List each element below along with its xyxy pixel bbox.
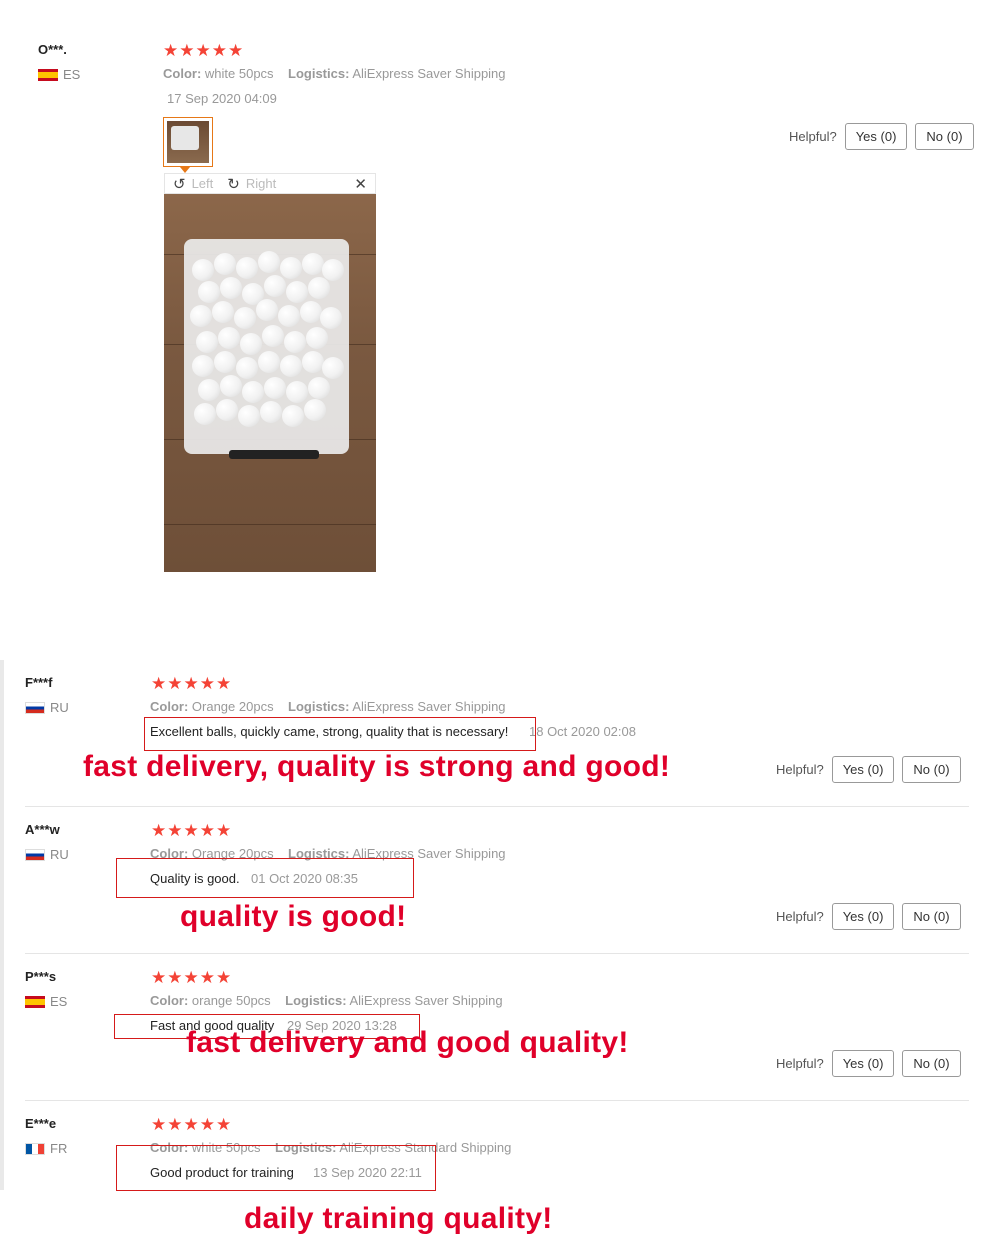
country-code: ES [63,67,81,82]
left-edge-bar [0,660,4,1190]
reviewer-name: O***. [38,42,67,57]
helpful-yes-button[interactable]: Yes (0) [831,903,895,930]
russia-flag-icon [25,701,45,714]
helpful-no-button[interactable]: No (0) [915,123,974,150]
color-label: Color: [163,66,202,81]
annotation-box [116,1145,436,1191]
review-meta: Color: white 50pcs Logistics: AliExpress… [163,66,506,81]
annotation-box [116,858,414,898]
reviewer-name: F***f [25,675,53,690]
image-viewer-toolbar: ↺ Left ↻ Right ✕ [164,173,376,194]
review-date: 18 Oct 2020 02:08 [529,724,636,739]
country-code: RU [50,847,69,862]
helpful-label: Helpful? [776,1056,824,1071]
helpful-no-button[interactable]: No (0) [902,1050,961,1077]
helpful-controls: Helpful? Yes (0) No (0) [789,123,974,150]
helpful-yes-button[interactable]: Yes (0) [831,1050,895,1077]
helpful-yes-button[interactable]: Yes (0) [831,756,895,783]
reviewer-country: FR [25,1141,67,1156]
star-rating: ★★★★★ [151,1115,233,1134]
reviewer-country: ES [38,67,80,82]
reviewer-name: A***w [25,822,60,837]
helpful-label: Helpful? [776,762,824,777]
review-photo-thumbnail[interactable] [163,117,213,167]
helpful-label: Helpful? [789,129,837,144]
helpful-no-button[interactable]: No (0) [902,756,961,783]
helpful-controls: Helpful? Yes (0) No (0) [776,756,961,783]
spain-flag-icon [38,68,58,81]
logistics-value: AliExpress Saver Shipping [352,699,506,714]
logistics-label: Logistics: [288,699,350,714]
helpful-yes-button[interactable]: Yes (0) [844,123,908,150]
star-rating: ★★★★★ [151,674,233,693]
country-code: ES [50,994,68,1009]
reviewer-country: ES [25,994,67,1009]
rotate-left-icon[interactable]: ↺ [173,175,186,193]
country-code: FR [50,1141,68,1156]
annotation-box [144,717,536,751]
review-meta: Color: Orange 20pcs Logistics: AliExpres… [150,699,506,714]
review-meta: Color: orange 50pcs Logistics: AliExpres… [150,993,503,1008]
reviewer-name: E***e [25,1116,57,1131]
review-date: 17 Sep 2020 04:09 [167,91,277,106]
helpful-controls: Helpful? Yes (0) No (0) [776,1050,961,1077]
annotation-text: fast delivery and good quality! [186,1026,629,1059]
color-value: orange 50pcs [191,993,271,1008]
star-rating: ★★★★★ [151,821,233,840]
helpful-label: Helpful? [776,909,824,924]
rotate-left-button[interactable]: Left [192,176,214,191]
review-divider [25,953,969,954]
close-icon[interactable]: ✕ [354,175,367,193]
annotation-text: fast delivery, quality is strong and goo… [83,750,671,783]
color-label: Color: [150,993,189,1008]
review-divider [25,806,969,807]
review-photo-large [164,194,376,572]
reviewer-name: P***s [25,969,57,984]
helpful-no-button[interactable]: No (0) [902,903,961,930]
logistics-label: Logistics: [288,66,350,81]
annotation-text: daily training quality! [244,1202,553,1235]
star-rating: ★★★★★ [163,41,245,60]
star-rating: ★★★★★ [151,968,233,987]
color-label: Color: [150,699,189,714]
ball-bag [184,239,349,454]
country-code: RU [50,700,69,715]
france-flag-icon [25,1142,45,1155]
review-divider [25,1100,969,1101]
reviewer-country: RU [25,700,69,715]
color-value: Orange 20pcs [191,699,274,714]
logistics-value: AliExpress Saver Shipping [352,66,506,81]
pen [229,450,319,459]
russia-flag-icon [25,848,45,861]
rotate-right-button[interactable]: Right [246,176,276,191]
logistics-label: Logistics: [285,993,347,1008]
helpful-controls: Helpful? Yes (0) No (0) [776,903,961,930]
spain-flag-icon [25,995,45,1008]
annotation-text: quality is good! [180,900,407,933]
color-value: white 50pcs [204,66,274,81]
logistics-value: AliExpress Saver Shipping [349,993,503,1008]
reviewer-country: RU [25,847,69,862]
rotate-right-icon[interactable]: ↻ [227,175,240,193]
